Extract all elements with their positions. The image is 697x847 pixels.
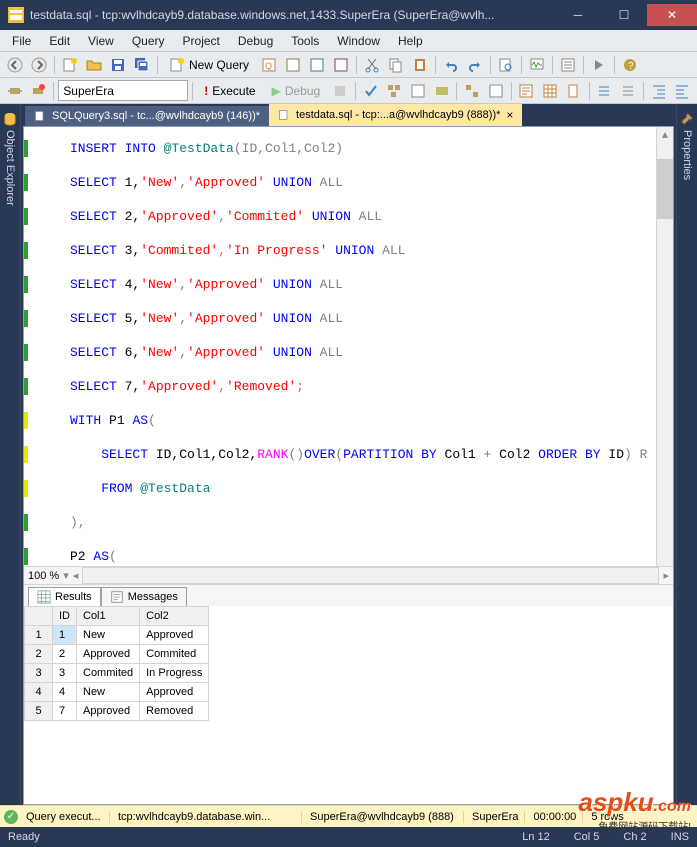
dmx-query-icon[interactable] <box>306 54 328 76</box>
minimize-button[interactable]: ─ <box>555 4 601 26</box>
status-ch: Ch 2 <box>623 831 646 843</box>
outdent-icon[interactable] <box>671 80 693 102</box>
table-row: 22ApprovedCommited <box>25 645 209 664</box>
close-button[interactable]: ✕ <box>647 4 697 26</box>
object-explorer-tab[interactable]: Object Explorer <box>0 104 21 805</box>
comment-icon[interactable] <box>594 80 616 102</box>
estimated-plan-icon[interactable] <box>383 80 405 102</box>
menu-view[interactable]: View <box>80 32 122 50</box>
status-user: SuperEra@wvlhdcayb9 (888) <box>304 811 464 823</box>
tab-sqlquery3[interactable]: SQLQuery3.sql - tc...@wvlhdcayb9 (146))* <box>25 106 269 126</box>
stop-icon[interactable] <box>329 80 351 102</box>
status-col: Col 5 <box>574 831 600 843</box>
tab-messages[interactable]: Messages <box>101 587 187 606</box>
results-grid[interactable]: ID Col1 Col2 11NewApproved 22ApprovedCom… <box>24 606 673 804</box>
forward-button[interactable] <box>28 54 50 76</box>
status-time: 00:00:00 <box>527 811 583 823</box>
document-tabs: SQLQuery3.sql - tc...@wvlhdcayb9 (146))*… <box>23 104 674 126</box>
app-icon <box>8 7 24 23</box>
toolbar-main: New Query Q ? <box>0 52 697 78</box>
copy-icon[interactable] <box>385 54 407 76</box>
play-step-icon[interactable] <box>588 54 610 76</box>
change-connection-icon[interactable] <box>28 80 50 102</box>
status-exec: Query execut... <box>20 811 110 823</box>
grid-header-col2[interactable]: Col2 <box>140 607 209 626</box>
debug-play-icon: ▶ <box>272 84 281 98</box>
redo-icon[interactable] <box>464 54 486 76</box>
menu-debug[interactable]: Debug <box>230 32 281 50</box>
menu-query[interactable]: Query <box>124 32 173 50</box>
table-row: 57ApprovedRemoved <box>25 702 209 721</box>
menu-help[interactable]: Help <box>390 32 431 50</box>
grid-corner[interactable] <box>25 607 53 626</box>
activity-monitor-icon[interactable] <box>526 54 548 76</box>
parse-icon[interactable] <box>360 80 382 102</box>
table-row: 33CommitedIn Progress <box>25 664 209 683</box>
new-query-button[interactable]: New Query <box>162 54 256 76</box>
tab-testdata[interactable]: testdata.sql - tcp:...a@wvlhdcayb9 (888)… <box>269 104 522 126</box>
include-stats-icon[interactable] <box>485 80 507 102</box>
uncomment-icon[interactable] <box>617 80 639 102</box>
save-all-icon[interactable] <box>131 54 153 76</box>
debug-button[interactable]: ▶ Debug <box>265 81 328 101</box>
query-options-icon[interactable] <box>407 80 429 102</box>
menu-file[interactable]: File <box>4 32 39 50</box>
menu-tools[interactable]: Tools <box>283 32 327 50</box>
grid-header-id[interactable]: ID <box>53 607 77 626</box>
status-conn: tcp:wvlhdcayb9.database.win... <box>112 811 302 823</box>
database-combo[interactable] <box>58 80 188 101</box>
properties-icon[interactable] <box>557 54 579 76</box>
status-db: SuperEra <box>466 811 525 823</box>
intellisense-icon[interactable] <box>431 80 453 102</box>
results-text-icon[interactable] <box>516 80 538 102</box>
connect-icon[interactable] <box>4 80 26 102</box>
code-editor[interactable]: INSERT INTO @TestData(ID,Col1,Col2) SELE… <box>24 127 673 566</box>
window-title: testdata.sql - tcp:wvlhdcayb9.database.w… <box>30 8 555 22</box>
vertical-scrollbar[interactable]: ▴ <box>656 127 673 566</box>
status-rows: 5 rows <box>585 811 629 823</box>
tab-close-icon[interactable]: × <box>506 108 513 122</box>
execute-icon: ! <box>204 84 208 98</box>
table-row: 44NewApproved <box>25 683 209 702</box>
mdx-query-icon[interactable] <box>282 54 304 76</box>
status-ready: Ready <box>8 831 40 843</box>
menu-project[interactable]: Project <box>175 32 228 50</box>
new-project-icon[interactable] <box>59 54 81 76</box>
results-file-icon[interactable] <box>563 80 585 102</box>
query-status-bar: ✓ Query execut... tcp:wvlhdcayb9.databas… <box>0 805 697 827</box>
maximize-button[interactable]: ☐ <box>601 4 647 26</box>
find-icon[interactable] <box>495 54 517 76</box>
grid-header-col1[interactable]: Col1 <box>77 607 140 626</box>
paste-icon[interactable] <box>409 54 431 76</box>
execute-button[interactable]: ! Execute <box>197 81 262 101</box>
menu-window[interactable]: Window <box>329 32 388 50</box>
xmla-query-icon[interactable] <box>330 54 352 76</box>
horizontal-scrollbar[interactable] <box>82 567 659 584</box>
undo-icon[interactable] <box>440 54 462 76</box>
menubar: File Edit View Query Project Debug Tools… <box>0 30 697 52</box>
back-button[interactable] <box>4 54 26 76</box>
zoom-level[interactable]: 100 % <box>28 570 59 582</box>
toolbar-sql: ! Execute ▶ Debug <box>0 78 697 104</box>
statusbar: Ready Ln 12 Col 5 Ch 2 INS <box>0 827 697 847</box>
cut-icon[interactable] <box>361 54 383 76</box>
status-ln: Ln 12 <box>522 831 550 843</box>
status-ins: INS <box>671 831 689 843</box>
help-icon[interactable]: ? <box>619 54 641 76</box>
db-engine-query-icon[interactable]: Q <box>258 54 280 76</box>
svg-text:?: ? <box>628 61 634 72</box>
properties-tab[interactable]: Properties <box>676 104 697 805</box>
save-icon[interactable] <box>107 54 129 76</box>
table-row: 11NewApproved <box>25 626 209 645</box>
include-plan-icon[interactable] <box>461 80 483 102</box>
menu-edit[interactable]: Edit <box>41 32 78 50</box>
indent-icon[interactable] <box>648 80 670 102</box>
results-grid-icon[interactable] <box>539 80 561 102</box>
success-icon: ✓ <box>4 810 18 824</box>
svg-text:Q: Q <box>265 61 272 71</box>
tab-results[interactable]: Results <box>28 587 101 606</box>
titlebar: testdata.sql - tcp:wvlhdcayb9.database.w… <box>0 0 697 30</box>
open-icon[interactable] <box>83 54 105 76</box>
